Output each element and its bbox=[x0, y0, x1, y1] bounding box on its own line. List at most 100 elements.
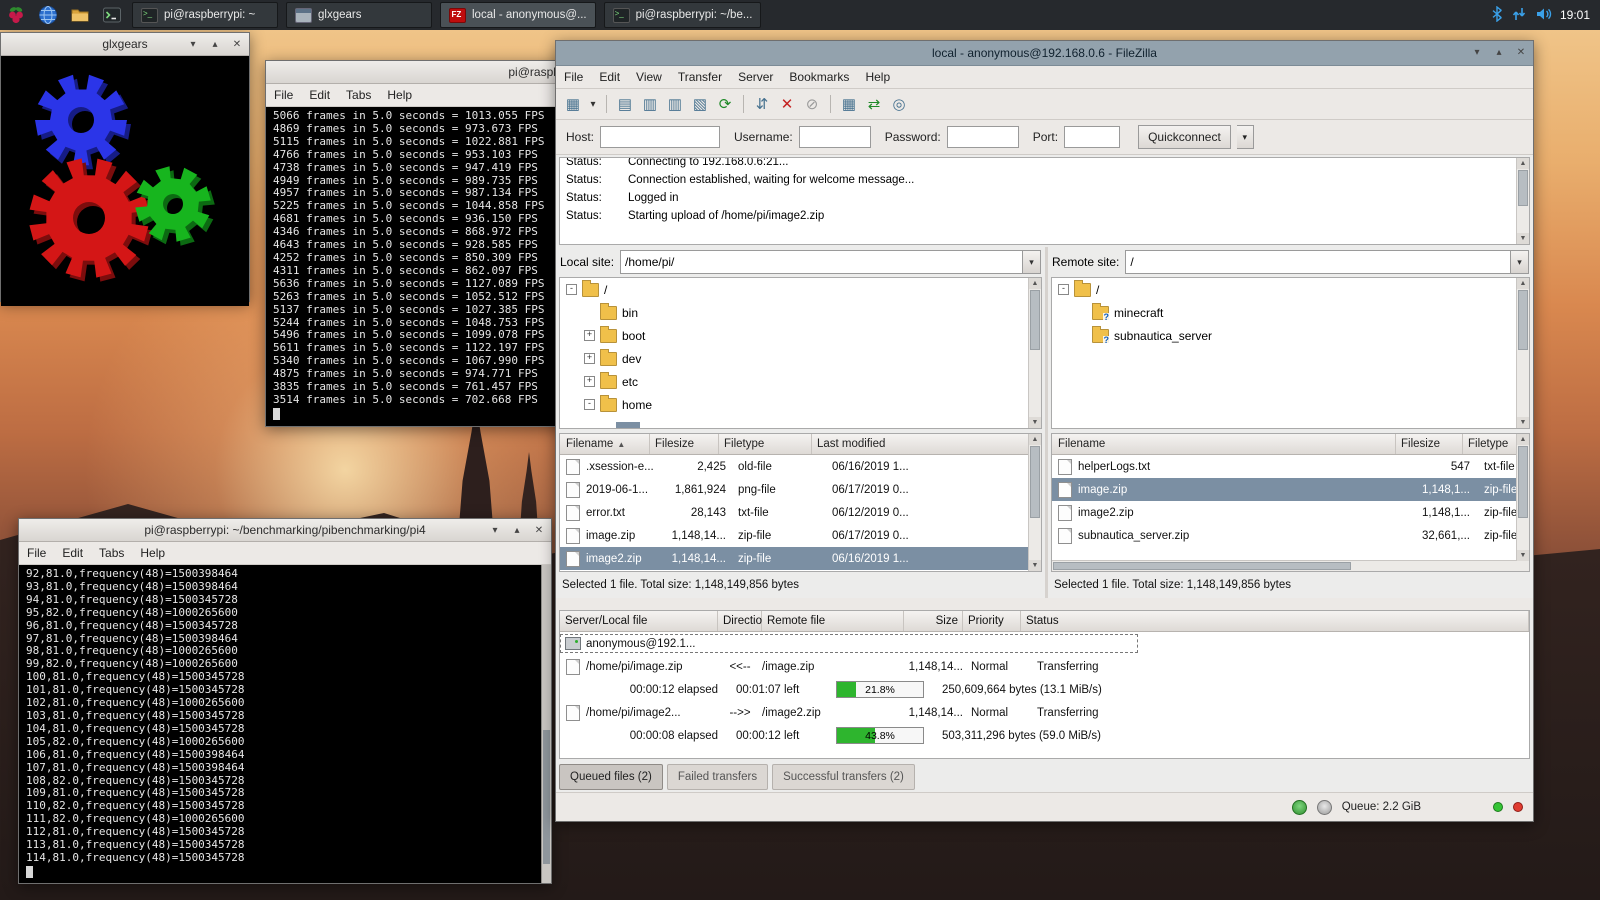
file-row[interactable]: image.zip 1,148,1... zip-file bbox=[1052, 478, 1529, 501]
tree-expander-icon[interactable]: + bbox=[584, 376, 595, 387]
queue-server-row[interactable]: anonymous@192.1... bbox=[560, 632, 1529, 655]
menu-item[interactable]: File bbox=[19, 546, 54, 560]
username-input[interactable] bbox=[799, 126, 871, 148]
terminal-launcher-icon[interactable] bbox=[99, 3, 125, 27]
site-manager-icon[interactable]: ▦ bbox=[562, 93, 584, 115]
column-header-direction[interactable]: Directio bbox=[718, 611, 762, 631]
network-arrows-icon[interactable] bbox=[1511, 6, 1527, 25]
close-window-icon[interactable]: ✕ bbox=[229, 36, 245, 52]
file-manager-icon[interactable] bbox=[67, 3, 93, 27]
close-window-icon[interactable]: ✕ bbox=[1513, 44, 1529, 60]
tree-expander-icon[interactable] bbox=[1076, 307, 1087, 318]
menu-item[interactable]: Tabs bbox=[338, 88, 379, 102]
menu-item[interactable]: View bbox=[628, 70, 670, 84]
toolbar-separator[interactable] bbox=[606, 95, 607, 113]
process-queue-icon[interactable]: ⇵ bbox=[751, 93, 773, 115]
tree-expander-icon[interactable] bbox=[584, 307, 595, 318]
message-log-toggle-icon[interactable]: ▤ bbox=[614, 93, 636, 115]
log-scrollbar[interactable]: ▲▼ bbox=[1516, 158, 1529, 244]
column-header-priority[interactable]: Priority bbox=[963, 611, 1021, 631]
message-log[interactable]: Status: Connecting to 192.168.0.6:21... … bbox=[559, 157, 1530, 245]
quickconnect-dropdown-icon[interactable]: ▾ bbox=[1237, 125, 1254, 149]
file-row[interactable]: subnautica_server.zip 32,661,... zip-fil… bbox=[1052, 524, 1529, 547]
tree-expander-icon[interactable]: + bbox=[584, 353, 595, 364]
file-row[interactable]: .xsession-e... 2,425 old-file 06/16/2019… bbox=[560, 455, 1041, 478]
menu-item[interactable]: Edit bbox=[591, 70, 628, 84]
terminal2-scrollbar[interactable] bbox=[541, 565, 551, 883]
menu-item[interactable]: Server bbox=[730, 70, 781, 84]
tree-expander-icon[interactable]: - bbox=[566, 284, 577, 295]
queue-tab[interactable]: Queued files (2) bbox=[559, 764, 663, 790]
column-header-filetype[interactable]: Filetype bbox=[719, 434, 812, 454]
file-row[interactable]: error.txt 28,143 txt-file 06/12/2019 0..… bbox=[560, 501, 1041, 524]
menu-item[interactable]: File bbox=[266, 88, 301, 102]
tree-item[interactable]: ? subnautica_server bbox=[1052, 324, 1529, 347]
column-header-size[interactable]: Size bbox=[904, 611, 963, 631]
menu-item[interactable]: Help bbox=[379, 88, 420, 102]
file-row[interactable]: helperLogs.txt 547 txt-file bbox=[1052, 455, 1529, 478]
column-header-remote-file[interactable]: Remote file bbox=[762, 611, 904, 631]
column-header-server-local-file[interactable]: Server/Local file bbox=[560, 611, 718, 631]
local-site-combo[interactable]: /home/pi/ ▾ bbox=[620, 250, 1041, 274]
file-row[interactable]: image2.zip 1,148,14... zip-file 06/16/20… bbox=[560, 547, 1041, 570]
remote-tree-scrollbar[interactable]: ▲▼ bbox=[1516, 278, 1529, 428]
queue-transfer-row[interactable]: /home/pi/image.zip <<-- /image.zip 1,148… bbox=[560, 655, 1529, 678]
directory-comparison-icon[interactable]: ▦ bbox=[838, 93, 860, 115]
raspberry-menu-icon[interactable] bbox=[3, 3, 29, 27]
tree-item[interactable]: - / bbox=[1052, 278, 1529, 301]
combo-dropdown-icon[interactable]: ▾ bbox=[1510, 251, 1528, 273]
host-input[interactable] bbox=[600, 126, 720, 148]
remote-site-combo[interactable]: / ▾ bbox=[1125, 250, 1529, 274]
site-manager-dropdown[interactable]: ▾ bbox=[587, 93, 599, 115]
file-row[interactable]: 2019-06-1... 1,861,924 png-file 06/17/20… bbox=[560, 478, 1041, 501]
taskbar-window-button[interactable]: glxgears bbox=[286, 2, 432, 28]
tree-expander-icon[interactable]: + bbox=[584, 330, 595, 341]
remote-file-list[interactable]: Filename Filesize Filetype helperLogs.tx… bbox=[1051, 433, 1530, 572]
tree-expander-icon[interactable]: - bbox=[1058, 284, 1069, 295]
tree-item[interactable]: + dev bbox=[560, 347, 1041, 370]
remote-list-horizontal-scrollbar[interactable] bbox=[1052, 560, 1529, 571]
local-list-scrollbar[interactable]: ▲▼ bbox=[1028, 434, 1041, 571]
menu-item[interactable]: Help bbox=[132, 546, 173, 560]
column-header-last-modified[interactable]: Last modified bbox=[812, 434, 1041, 454]
maximize-window-icon[interactable]: ▴ bbox=[207, 36, 223, 52]
column-header-filename[interactable]: Filename bbox=[1052, 434, 1396, 454]
column-header-filename[interactable]: Filename▲ bbox=[560, 434, 650, 454]
tree-item[interactable]: + etc bbox=[560, 370, 1041, 393]
transfer-queue[interactable]: Server/Local file Directio Remote file S… bbox=[559, 610, 1530, 759]
menu-item[interactable]: Tabs bbox=[91, 546, 132, 560]
file-row[interactable]: image.zip 1,148,14... zip-file 06/17/201… bbox=[560, 524, 1041, 547]
menu-item[interactable]: File bbox=[556, 70, 591, 84]
column-header-status[interactable]: Status bbox=[1021, 611, 1529, 631]
notifications-icon[interactable] bbox=[1317, 800, 1332, 815]
menu-item[interactable]: Transfer bbox=[670, 70, 730, 84]
pane-splitter[interactable] bbox=[556, 598, 1533, 610]
synchronized-browsing-icon[interactable]: ⇄ bbox=[863, 93, 885, 115]
shade-window-icon[interactable]: ▾ bbox=[487, 522, 503, 538]
quickconnect-button[interactable]: Quickconnect bbox=[1138, 125, 1231, 149]
find-files-icon[interactable]: ◎ bbox=[888, 93, 910, 115]
taskbar-window-button[interactable]: pi@raspberrypi: ~ bbox=[132, 2, 278, 28]
local-directory-tree[interactable]: - / bin bbox=[559, 277, 1042, 429]
menu-item[interactable]: Help bbox=[857, 70, 898, 84]
local-tree-scrollbar[interactable]: ▲▼ bbox=[1028, 278, 1041, 428]
connection-secure-icon[interactable] bbox=[1292, 800, 1307, 815]
shade-window-icon[interactable]: ▾ bbox=[1469, 44, 1485, 60]
volume-icon[interactable] bbox=[1535, 6, 1552, 25]
terminal2-output[interactable]: 92,81.0,frequency(48)=150039846493,81.0,… bbox=[19, 565, 551, 883]
close-window-icon[interactable]: ✕ bbox=[531, 522, 547, 538]
refresh-icon[interactable]: ⟳ bbox=[714, 93, 736, 115]
remote-tree-toggle-icon[interactable]: ▥ bbox=[664, 93, 686, 115]
menu-item[interactable]: Bookmarks bbox=[781, 70, 857, 84]
menu-item[interactable]: Edit bbox=[301, 88, 338, 102]
web-browser-icon[interactable] bbox=[35, 3, 61, 27]
shade-window-icon[interactable]: ▾ bbox=[185, 36, 201, 52]
password-input[interactable] bbox=[947, 126, 1019, 148]
local-file-list[interactable]: Filename▲ Filesize Filetype Last modifie… bbox=[559, 433, 1042, 572]
combo-dropdown-icon[interactable]: ▾ bbox=[1022, 251, 1040, 273]
queue-view-toggle-icon[interactable]: ▧ bbox=[689, 93, 711, 115]
taskbar-window-button[interactable]: pi@raspberrypi: ~/be... bbox=[604, 2, 762, 28]
toolbar-separator[interactable] bbox=[830, 95, 831, 113]
menu-item[interactable]: Edit bbox=[54, 546, 91, 560]
taskbar-window-button[interactable]: local - anonymous@... bbox=[440, 2, 596, 28]
